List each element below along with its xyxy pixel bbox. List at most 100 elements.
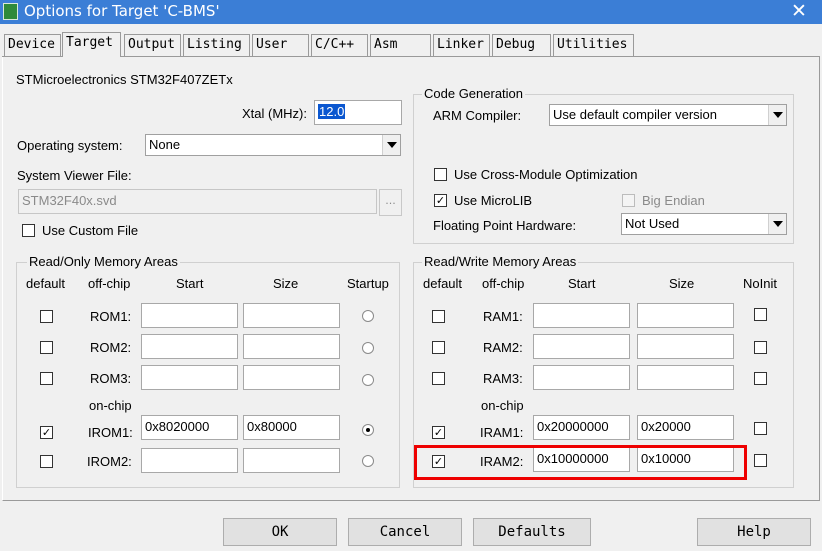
- fp-hardware-select[interactable]: Not Used: [621, 213, 787, 235]
- chevron-down-icon[interactable]: [768, 214, 786, 234]
- device-name: STMicroelectronics STM32F407ZETx: [16, 72, 233, 87]
- rom2-size-input[interactable]: [243, 334, 340, 359]
- rom1-default-checkbox[interactable]: [40, 310, 53, 323]
- microlib-checkbox[interactable]: ✓: [434, 194, 447, 207]
- tab-asm[interactable]: Asm: [370, 34, 431, 56]
- tab-c-cpp[interactable]: C/C++: [311, 34, 368, 56]
- ram3-size-input[interactable]: [637, 365, 734, 390]
- irom1-size-input[interactable]: 0x80000: [243, 415, 340, 440]
- defaults-button[interactable]: Defaults: [473, 518, 591, 546]
- tab-device[interactable]: Device: [4, 34, 61, 56]
- arm-compiler-select[interactable]: Use default compiler version: [549, 104, 787, 126]
- ram-header-size: Size: [669, 276, 695, 291]
- ram3-label: RAM3:: [483, 371, 523, 386]
- rom1-startup-radio[interactable]: [362, 310, 374, 322]
- tab-user[interactable]: User: [252, 34, 309, 56]
- iram1-default-checkbox[interactable]: ✓: [432, 426, 445, 439]
- iram1-label: IRAM1:: [480, 425, 524, 440]
- ram-group-title: Read/Write Memory Areas: [422, 254, 579, 269]
- big-endian-label: Big Endian: [642, 193, 705, 208]
- tab-debug[interactable]: Debug: [492, 34, 551, 56]
- ram1-start-input[interactable]: [533, 303, 630, 328]
- cross-module-checkbox[interactable]: [434, 168, 447, 181]
- iram1-start-input[interactable]: 0x20000000: [533, 415, 630, 440]
- ram3-default-checkbox[interactable]: [432, 372, 445, 385]
- ram3-start-input[interactable]: [533, 365, 630, 390]
- ram1-default-checkbox[interactable]: [432, 310, 445, 323]
- rom3-default-checkbox[interactable]: [40, 372, 53, 385]
- custom-file-checkbox[interactable]: [22, 224, 35, 237]
- fp-hardware-value: Not Used: [625, 216, 680, 231]
- irom2-size-input[interactable]: [243, 448, 340, 473]
- tab-linker[interactable]: Linker: [433, 34, 490, 56]
- chevron-down-icon[interactable]: [382, 135, 400, 155]
- rom-group-title: Read/Only Memory Areas: [27, 254, 180, 269]
- window-title: Options for Target 'C-BMS': [24, 2, 220, 20]
- rom1-label: ROM1:: [90, 309, 132, 324]
- ram1-noinit-checkbox[interactable]: [754, 308, 767, 321]
- ram-header-offchip: off-chip: [482, 276, 525, 291]
- cross-module-label: Use Cross-Module Optimization: [454, 167, 638, 182]
- iram2-noinit-checkbox[interactable]: [754, 454, 767, 467]
- ram-header-start: Start: [568, 276, 596, 291]
- tab-output[interactable]: Output: [124, 34, 181, 56]
- title-bar: Options for Target 'C-BMS' ✕: [0, 0, 822, 24]
- help-button[interactable]: Help: [697, 518, 811, 546]
- chevron-down-icon[interactable]: [768, 105, 786, 125]
- ram1-label: RAM1:: [483, 309, 523, 324]
- svd-input[interactable]: STM32F40x.svd: [18, 189, 377, 214]
- ram3-noinit-checkbox[interactable]: [754, 372, 767, 385]
- ram2-start-input[interactable]: [533, 334, 630, 359]
- arm-compiler-label: ARM Compiler:: [433, 108, 522, 123]
- rom-onchip-label: on-chip: [89, 398, 132, 413]
- svd-browse-button[interactable]: ...: [379, 189, 402, 216]
- rom3-start-input[interactable]: [141, 365, 238, 390]
- rom-header-offchip: off-chip: [88, 276, 131, 291]
- svd-label: System Viewer File:: [17, 168, 132, 183]
- ram-onchip-label: on-chip: [481, 398, 524, 413]
- keil-icon: [3, 3, 18, 20]
- close-icon[interactable]: ✕: [788, 0, 810, 22]
- ram1-size-input[interactable]: [637, 303, 734, 328]
- rom-header-default: default: [26, 276, 66, 291]
- irom1-default-checkbox[interactable]: ✓: [40, 426, 53, 439]
- ram2-noinit-checkbox[interactable]: [754, 341, 767, 354]
- os-select[interactable]: None: [145, 134, 401, 156]
- rom3-size-input[interactable]: [243, 365, 340, 390]
- tab-utilities[interactable]: Utilities: [553, 34, 634, 56]
- ram2-size-input[interactable]: [637, 334, 734, 359]
- rom-header-size: Size: [273, 276, 299, 291]
- irom2-startup-radio[interactable]: [362, 455, 374, 467]
- rom1-start-input[interactable]: [141, 303, 238, 328]
- irom1-startup-radio[interactable]: [362, 424, 374, 436]
- iram1-size-input[interactable]: 0x20000: [637, 415, 734, 440]
- os-value: None: [149, 137, 181, 152]
- big-endian-checkbox[interactable]: [622, 194, 635, 207]
- ram-header-default: default: [423, 276, 463, 291]
- iram1-noinit-checkbox[interactable]: [754, 422, 767, 435]
- ok-button[interactable]: OK: [223, 518, 337, 546]
- rom2-startup-radio[interactable]: [362, 342, 374, 354]
- xtal-label: Xtal (MHz):: [242, 106, 307, 121]
- custom-file-label: Use Custom File: [42, 223, 139, 238]
- irom2-start-input[interactable]: [141, 448, 238, 473]
- rom3-startup-radio[interactable]: [362, 374, 374, 386]
- irom2-default-checkbox[interactable]: [40, 455, 53, 468]
- tab-listing[interactable]: Listing: [183, 34, 250, 56]
- xtal-input[interactable]: 12.0: [314, 100, 402, 125]
- irom1-start-input[interactable]: 0x8020000: [141, 415, 238, 440]
- highlight-box: [414, 445, 747, 480]
- tab-target[interactable]: Target: [62, 32, 121, 57]
- irom2-label: IROM2:: [87, 454, 132, 469]
- microlib-label: Use MicroLIB: [454, 193, 533, 208]
- code-generation-title: Code Generation: [422, 86, 526, 101]
- rom2-default-checkbox[interactable]: [40, 341, 53, 354]
- rom2-label: ROM2:: [90, 340, 132, 355]
- rom1-size-input[interactable]: [243, 303, 340, 328]
- irom1-label: IROM1:: [88, 425, 133, 440]
- ram2-label: RAM2:: [483, 340, 523, 355]
- cancel-button[interactable]: Cancel: [348, 518, 462, 546]
- ram2-default-checkbox[interactable]: [432, 341, 445, 354]
- rom2-start-input[interactable]: [141, 334, 238, 359]
- os-label: Operating system:: [17, 138, 123, 153]
